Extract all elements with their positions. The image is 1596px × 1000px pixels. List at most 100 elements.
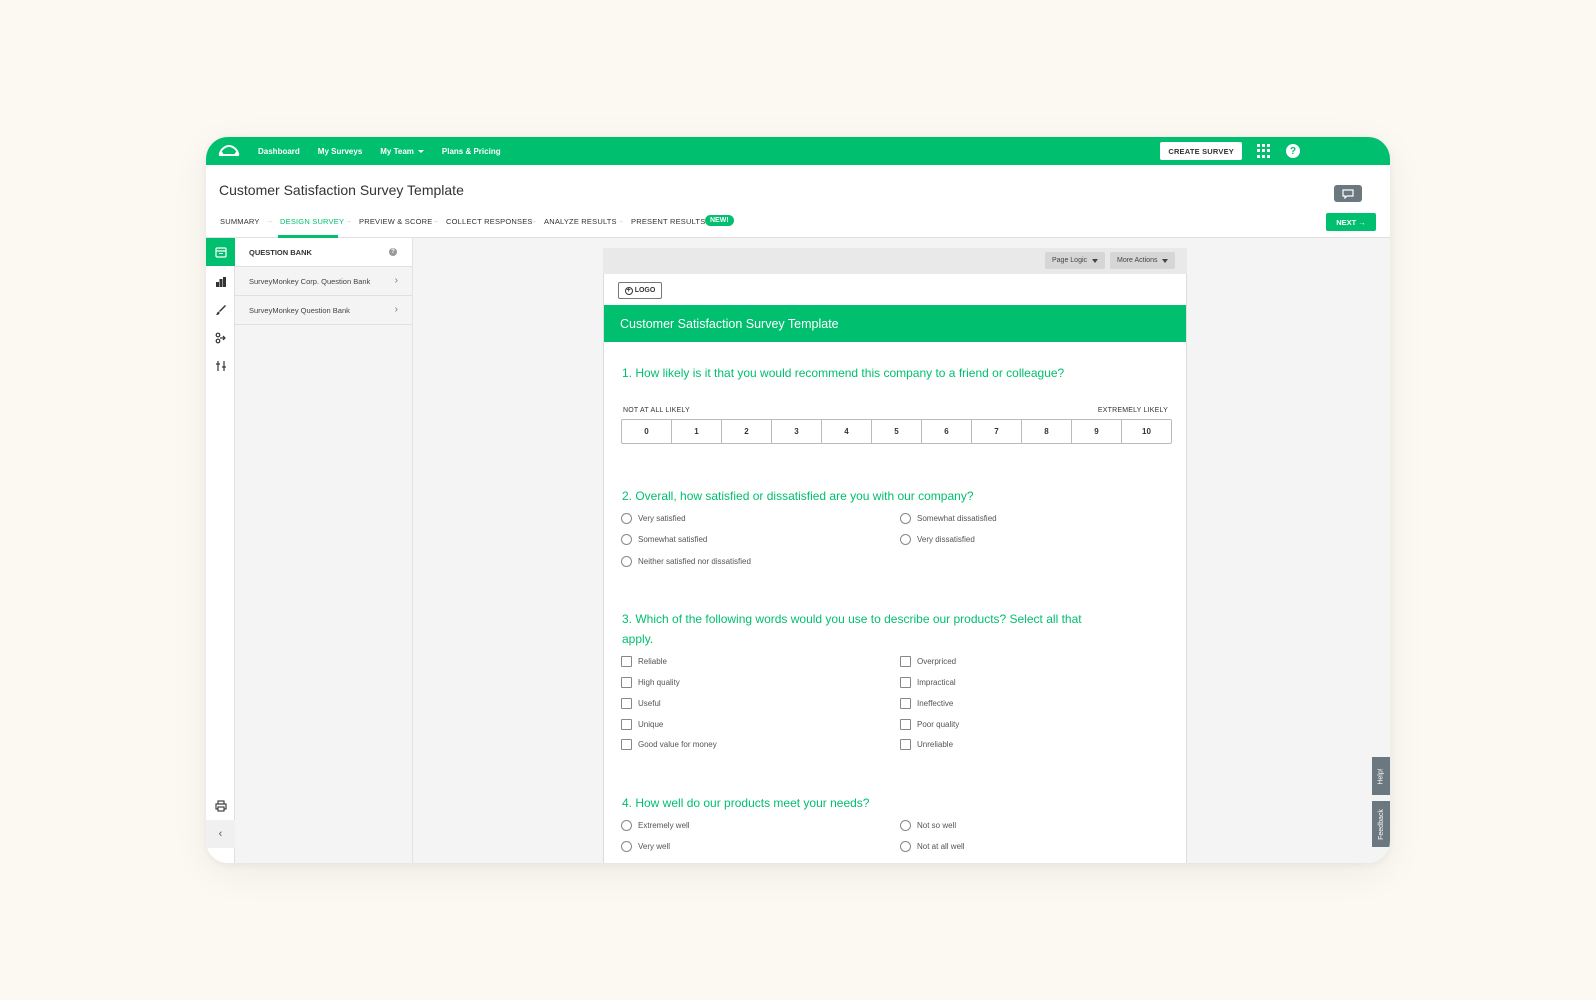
question-2-title[interactable]: 2. Overall, how satisfied or dissatisfie… [622, 486, 974, 506]
checkbox[interactable] [900, 677, 911, 688]
option-label: Extremely well [638, 821, 690, 830]
radio-option[interactable]: Somewhat dissatisfied [900, 513, 997, 524]
checkbox-option[interactable]: Ineffective [900, 698, 953, 709]
checkbox-option[interactable]: Unreliable [900, 739, 953, 750]
nps-option[interactable]: 4 [822, 420, 872, 443]
checkbox[interactable] [900, 698, 911, 709]
radio-button[interactable] [900, 513, 911, 524]
checkbox[interactable] [621, 719, 632, 730]
feedback-tab[interactable]: Feedback [1372, 801, 1390, 847]
question-3-title[interactable]: 3. Which of the following words would yo… [622, 609, 1082, 649]
next-button[interactable]: NEXT → [1326, 213, 1376, 231]
question-bank-tool[interactable] [206, 238, 235, 266]
radio-button[interactable] [621, 556, 632, 567]
radio-option[interactable]: Very well [621, 841, 670, 852]
style-tool[interactable] [206, 296, 235, 324]
step-present-results[interactable]: PRESENT RESULTS [631, 217, 705, 226]
step-analyze-results[interactable]: ANALYZE RESULTS [544, 217, 617, 226]
radio-button[interactable] [621, 513, 632, 524]
nps-option[interactable]: 1 [672, 420, 722, 443]
checkbox-option[interactable]: Unique [621, 719, 663, 730]
question-4-title[interactable]: 4. How well do our products meet your ne… [622, 793, 869, 813]
nps-option[interactable]: 7 [972, 420, 1022, 443]
comment-icon[interactable] [1334, 185, 1362, 202]
builder-tool[interactable] [206, 268, 235, 296]
checkbox-option[interactable]: Impractical [900, 677, 956, 688]
checkbox-option[interactable]: Reliable [621, 656, 667, 667]
paint-brush-icon [215, 305, 226, 315]
nps-option[interactable]: 0 [622, 420, 672, 443]
bank-item-surveymonkey[interactable]: SurveyMonkey Question Bank › [235, 296, 412, 325]
checkbox-option[interactable]: High quality [621, 677, 680, 688]
caret-down-icon [1162, 258, 1169, 263]
more-actions-label: More Actions [1117, 257, 1158, 264]
checkbox-option[interactable]: Overpriced [900, 656, 956, 667]
radio-button[interactable] [900, 820, 911, 831]
add-logo-button[interactable]: + LOGO [618, 282, 662, 299]
step-preview-score[interactable]: PREVIEW & SCORE [359, 217, 432, 226]
nps-option[interactable]: 3 [772, 420, 822, 443]
radio-button[interactable] [621, 841, 632, 852]
options-tool[interactable] [206, 352, 235, 380]
nps-option[interactable]: 5 [872, 420, 922, 443]
checkbox-option[interactable]: Poor quality [900, 719, 959, 730]
question-1-title[interactable]: 1. How likely is it that you would recom… [622, 363, 1064, 383]
nps-option[interactable]: 2 [722, 420, 772, 443]
nav-plans-pricing[interactable]: Plans & Pricing [442, 147, 501, 156]
nav-my-team[interactable]: My Team [380, 147, 424, 156]
surveymonkey-logo-icon[interactable] [218, 144, 240, 158]
page-logic-dropdown[interactable]: Page Logic [1045, 252, 1106, 269]
apps-grid-icon[interactable] [1257, 144, 1271, 158]
checkbox[interactable] [621, 739, 632, 750]
question-bank-header: QUESTION BANK ? [235, 238, 412, 267]
option-label: Unique [638, 720, 664, 729]
nps-option[interactable]: 9 [1072, 420, 1122, 443]
nav-my-surveys[interactable]: My Surveys [318, 147, 362, 156]
radio-option[interactable]: Not so well [900, 820, 956, 831]
radio-option[interactable]: Not at all well [900, 841, 965, 852]
bank-item-label: SurveyMonkey Corp. Question Bank [249, 276, 371, 286]
help-icon[interactable]: ? [1286, 144, 1300, 158]
arrow-icon: → [345, 218, 352, 225]
more-actions-dropdown[interactable]: More Actions [1110, 252, 1176, 269]
radio-option[interactable]: Very dissatisfied [900, 534, 975, 545]
option-label: Very well [638, 842, 671, 851]
radio-option[interactable]: Somewhat satisfied [621, 534, 707, 545]
radio-option[interactable]: Extremely well [621, 820, 690, 831]
radio-option[interactable]: Very satisfied [621, 513, 686, 524]
step-collect-responses[interactable]: COLLECT RESPONSES [446, 217, 533, 226]
survey-title-banner[interactable]: Customer Satisfaction Survey Template [604, 305, 1186, 342]
plus-circle-icon: + [624, 286, 633, 295]
help-tab[interactable]: Help! [1372, 757, 1390, 795]
checkbox-option[interactable]: Good value for money [621, 739, 717, 750]
checkbox[interactable] [900, 719, 911, 730]
nps-option[interactable]: 8 [1022, 420, 1072, 443]
bank-item-label: SurveyMonkey Question Bank [249, 305, 350, 315]
checkbox[interactable] [900, 739, 911, 750]
radio-button[interactable] [900, 841, 911, 852]
nps-option[interactable]: 10 [1122, 420, 1171, 443]
collapse-panel-button[interactable]: ‹ [206, 820, 235, 848]
nav-dashboard[interactable]: Dashboard [258, 147, 300, 156]
print-button[interactable] [206, 792, 235, 820]
radio-button[interactable] [900, 534, 911, 545]
checkbox[interactable] [621, 698, 632, 709]
help-icon[interactable]: ? [389, 248, 397, 256]
logo-label: LOGO [634, 287, 656, 294]
chevron-right-icon: › [394, 304, 398, 315]
create-survey-button[interactable]: CREATE SURVEY [1160, 142, 1242, 160]
step-design-survey[interactable]: DESIGN SURVEY [280, 217, 344, 226]
logic-tool[interactable] [206, 324, 235, 352]
nps-high-label: EXTREMELY LIKELY [1097, 407, 1168, 414]
step-summary[interactable]: SUMMARY [220, 217, 260, 226]
radio-button[interactable] [621, 534, 632, 545]
bank-item-corp[interactable]: SurveyMonkey Corp. Question Bank › [235, 267, 412, 296]
radio-option[interactable]: Neither satisfied nor dissatisfied [621, 556, 751, 567]
checkbox[interactable] [621, 677, 632, 688]
radio-button[interactable] [621, 820, 632, 831]
checkbox-option[interactable]: Useful [621, 698, 661, 709]
checkbox[interactable] [621, 656, 632, 667]
option-label: Useful [638, 699, 661, 708]
checkbox[interactable] [900, 656, 911, 667]
nps-option[interactable]: 6 [922, 420, 972, 443]
